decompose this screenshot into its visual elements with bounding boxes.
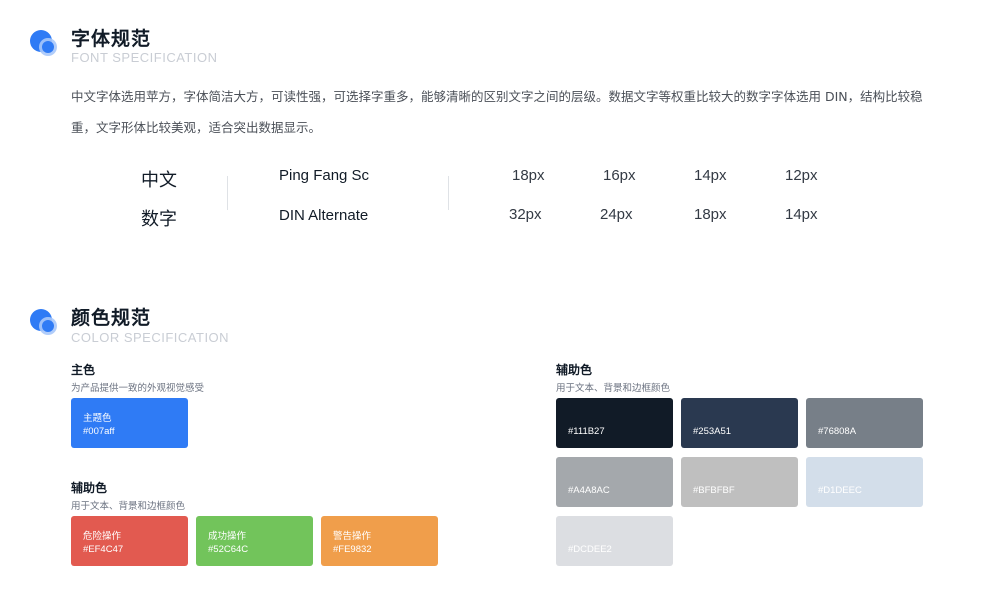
color-swatch-neutral: #253A51 [681, 398, 798, 448]
swatch-name: 危险操作 [83, 531, 122, 542]
swatch-hex: #FE9832 [333, 544, 372, 555]
font-description-line-1: 中文字体选用苹方，字体简洁大方，可读性强，可选择字重多，能够清晰的区别文字之间的… [71, 89, 923, 104]
swatch-hex: #BFBFBF [693, 485, 735, 496]
secondary-neutral-desc: 用于文本、背景和边框颜色 [556, 383, 671, 394]
swatch-hex: #A4A8AC [568, 485, 610, 496]
font-table-divider [227, 176, 228, 210]
color-section-subtitle: COLOR SPECIFICATION [71, 330, 230, 345]
color-swatch-neutral: #D1DEEC [806, 457, 923, 507]
font-section-title: 字体规范 [71, 28, 152, 50]
color-swatch-neutral: #BFBFBF [681, 457, 798, 507]
font-size-value: 24px [600, 206, 633, 223]
secondary-color-desc: 用于文本、背景和边框颜色 [71, 501, 186, 512]
swatch-hex: #52C64C [208, 544, 249, 555]
font-name-chinese: Ping Fang Sc [279, 167, 370, 184]
swatch-hex: #76808A [818, 426, 857, 437]
swatch-hex: #D1DEEC [818, 485, 862, 496]
font-size-value: 32px [509, 206, 542, 223]
swatch-name: 警告操作 [333, 531, 372, 542]
primary-color-title: 主色 [71, 363, 96, 377]
color-swatch-neutral: #DCDEE2 [556, 516, 673, 566]
font-row-label-chinese: 中文 [141, 170, 177, 191]
font-description-line-2: 重，文字形体比较美观，适合突出数据显示。 [71, 120, 322, 135]
font-size-value: 14px [785, 206, 818, 223]
section-logo-icon [30, 30, 57, 56]
swatch-hex: #DCDEE2 [568, 544, 612, 555]
font-size-value: 18px [694, 206, 727, 223]
font-table-divider [448, 176, 449, 210]
color-section-title: 颜色规范 [71, 307, 152, 329]
primary-color-desc: 为产品提供一致的外观视觉感受 [71, 383, 205, 394]
font-size-value: 16px [603, 167, 636, 184]
color-swatch-neutral: #111B27 [556, 398, 673, 448]
color-swatch-primary: 主题色 #007aff [71, 398, 188, 448]
swatch-hex: #007aff [83, 426, 115, 437]
swatch-name: 主题色 [83, 413, 112, 424]
section-logo-icon [30, 309, 57, 335]
font-name-number: DIN Alternate [279, 207, 369, 224]
font-section-subtitle: FONT SPECIFICATION [71, 50, 218, 65]
swatch-hex: #EF4C47 [83, 544, 124, 555]
swatch-hex: #111B27 [568, 426, 605, 437]
color-swatch-danger: 危险操作 #EF4C47 [71, 516, 188, 566]
swatch-hex: #253A51 [693, 426, 732, 437]
font-row-label-number: 数字 [141, 209, 177, 230]
font-size-value: 14px [694, 167, 727, 184]
color-swatch-neutral: #A4A8AC [556, 457, 673, 507]
color-swatch-warning: 警告操作 #FE9832 [321, 516, 438, 566]
swatch-name: 成功操作 [208, 531, 247, 542]
color-swatch-success: 成功操作 #52C64C [196, 516, 313, 566]
color-swatch-neutral: #76808A [806, 398, 923, 448]
secondary-color-title: 辅助色 [71, 481, 108, 495]
font-size-value: 18px [512, 167, 545, 184]
font-size-value: 12px [785, 167, 818, 184]
secondary-neutral-title: 辅助色 [556, 363, 593, 377]
